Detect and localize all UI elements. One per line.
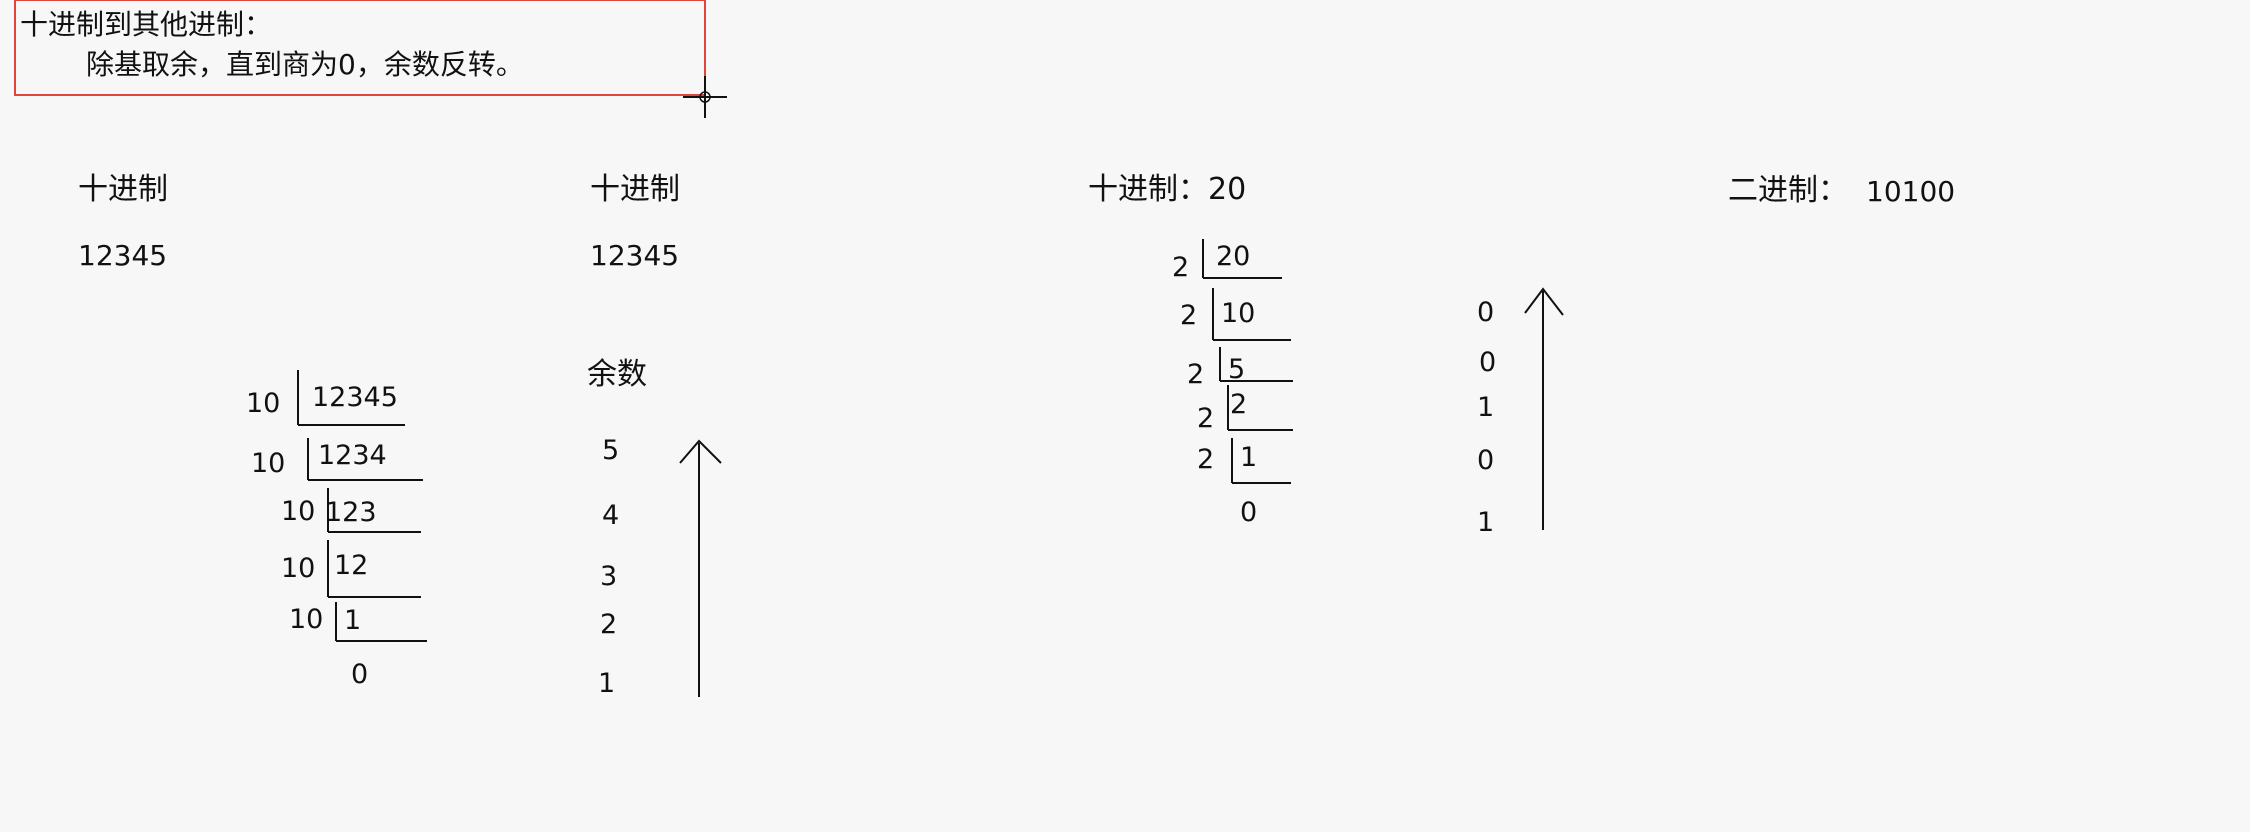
binary-decimal-label: 十进制：20 [1088,172,1246,207]
remainder: 0 [1477,297,1494,328]
divisor-2: 2 [1180,300,1197,331]
arrow-up-icon [1524,287,1564,530]
decimal-value-right: 12345 [590,239,679,272]
remainder: 1 [598,668,615,699]
decimal-label-left: 十进制 [78,172,168,207]
note-rule: 除基取余，直到商为0，余数反转。 [86,48,524,81]
final-quotient: 0 [351,659,368,690]
divisor-10: 10 [246,388,280,419]
divisor-10: 10 [281,496,315,527]
dividend: 123 [325,497,377,528]
crosshair-cursor-icon [683,76,727,118]
divisor-2: 2 [1172,252,1189,283]
divisor-10: 10 [251,448,285,479]
remainder: 1 [1477,507,1494,538]
dividend: 20 [1216,241,1250,272]
dividend: 1 [1240,442,1257,473]
final-quotient: 0 [1240,497,1257,528]
divisor-2: 2 [1197,403,1214,434]
remainder: 4 [602,500,619,531]
decimal-remainders: 5 4 3 2 1 [598,435,619,699]
dividend: 10 [1221,298,1255,329]
binary-remainders: 0 0 1 0 1 [1477,297,1496,538]
canvas: 十进制到其他进制： 除基取余，直到商为0，余数反转。 十进制 12345 十进制… [0,0,2250,832]
dividend: 12345 [312,382,398,413]
remainder: 3 [600,561,617,592]
dividend: 1234 [318,440,387,471]
dividend: 1 [344,605,361,636]
diagram: 十进制到其他进制： 除基取余，直到商为0，余数反转。 十进制 12345 十进制… [14,0,1955,699]
remainder: 0 [1477,445,1494,476]
divisor-10: 10 [289,604,323,635]
binary-division-ladder: 2 20 2 10 2 5 2 2 2 1 0 [1172,239,1293,528]
divisor-2: 2 [1197,444,1214,475]
binary-label: 二进制： [1728,173,1848,208]
binary-value: 10100 [1866,175,1955,208]
remainder: 5 [602,435,619,466]
dividend: 5 [1228,354,1245,385]
decimal-value-left: 12345 [78,239,167,272]
remainder: 0 [1479,347,1496,378]
dividend: 2 [1230,389,1247,420]
remainder: 2 [600,609,617,640]
divisor-10: 10 [281,553,315,584]
remainder: 1 [1477,392,1494,423]
arrow-up-icon [679,439,722,697]
decimal-division-ladder: 10 12345 10 1234 10 123 10 12 10 1 0 [246,370,427,690]
decimal-label-right: 十进制 [590,172,680,207]
divisor-2: 2 [1187,359,1204,390]
dividend: 12 [334,550,368,581]
note-title: 十进制到其他进制： [20,8,272,41]
remainder-label: 余数 [587,357,647,392]
note-box[interactable]: 十进制到其他进制： 除基取余，直到商为0，余数反转。 [14,0,706,96]
